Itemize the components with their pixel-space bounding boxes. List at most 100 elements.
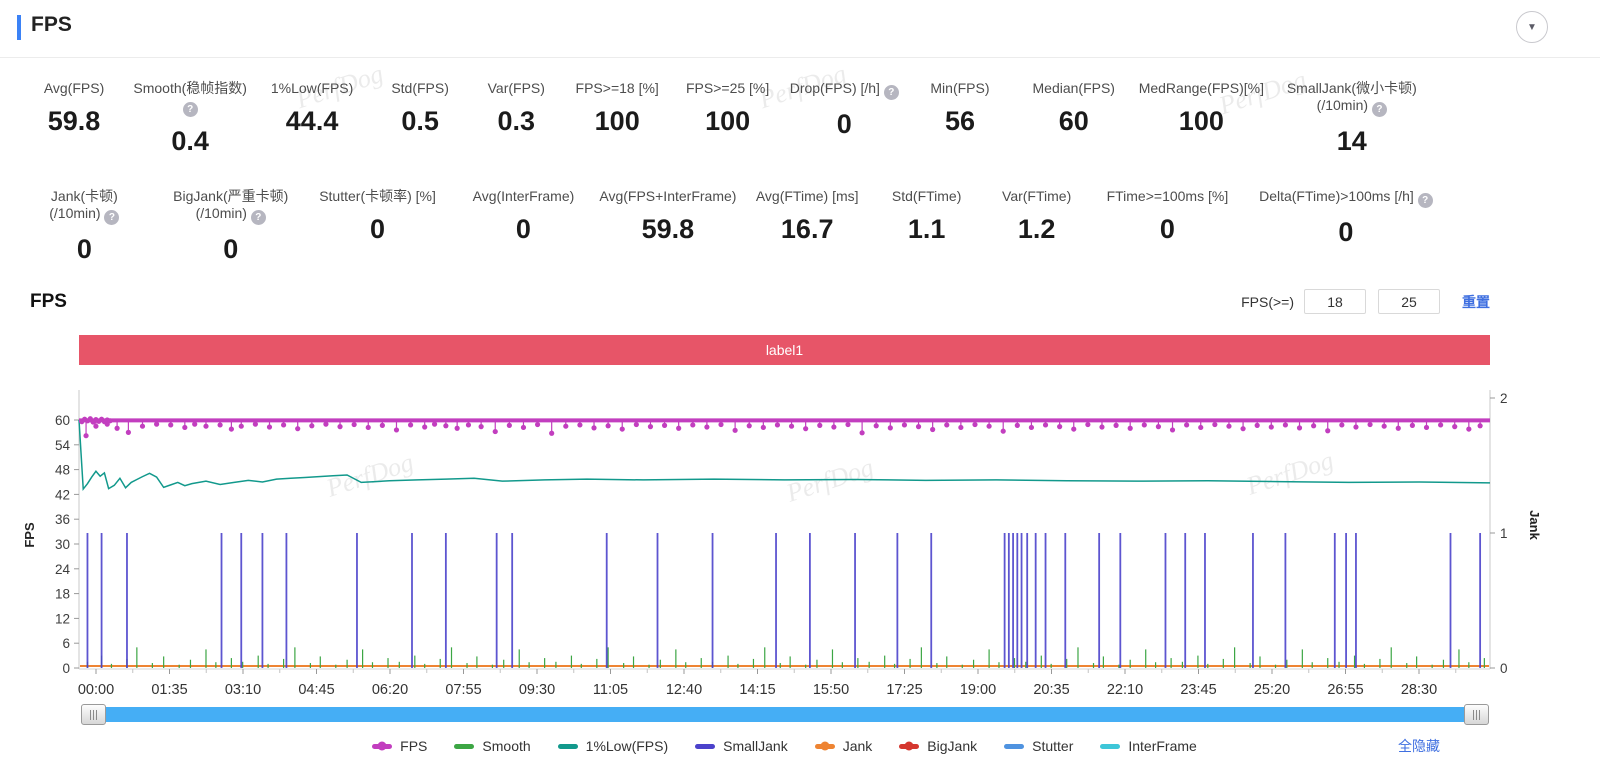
collapse-button[interactable]: ▼ — [1516, 11, 1548, 43]
stat-delta-ftime->100ms-h-: Delta(FTime)>100ms [/h] ?0 — [1242, 188, 1450, 248]
stat-smalljank-: SmallJank(微小卡顿)(/10min) ?14 — [1272, 80, 1432, 157]
fps-series-dip-dot — [817, 423, 822, 428]
stat-value: 0 — [307, 214, 449, 245]
y-axis-tick-label: 48 — [55, 463, 70, 478]
stat-ftime>=100ms-%-: FTime>=100ms [%]0 — [1093, 188, 1242, 245]
legend-item-bigjank[interactable]: BigJank — [899, 738, 977, 754]
fps-series-dip-dot — [140, 424, 145, 429]
stat-value: 0 — [163, 234, 299, 265]
legend-item-jank[interactable]: Jank — [815, 738, 873, 754]
fps-series-dip-dot — [1325, 428, 1330, 433]
panel-header: FPS ▼ — [0, 0, 1600, 58]
x-axis-label: 28:30 — [1401, 682, 1437, 698]
reset-link[interactable]: 重置 — [1462, 292, 1490, 312]
fps-series-dip-dot — [394, 427, 399, 432]
help-icon[interactable]: ? — [251, 210, 266, 225]
stat-median-fps-: Median(FPS)60 — [1016, 80, 1131, 137]
fps-series-dip-dot — [1367, 422, 1372, 427]
y-axis-tick-label: 60 — [55, 413, 70, 428]
fps-series-dip-dot — [408, 422, 413, 427]
legend-label: BigJank — [927, 738, 977, 754]
legend-items: FPS Smooth 1%Low(FPS) SmallJank Jank BigJank S… — [79, 733, 1490, 759]
fps-series-dip-dot — [1438, 422, 1443, 427]
fps-series-dip-dot — [1466, 426, 1471, 431]
legend-item-smooth[interactable]: Smooth — [454, 738, 530, 754]
fps-series-dip-dot — [1029, 425, 1034, 430]
scrollbar-handle-left[interactable] — [81, 704, 106, 725]
fps-series-dip-dot — [972, 422, 977, 427]
title-accent-bar — [17, 15, 21, 40]
fps-series-dip-dot — [1043, 422, 1048, 427]
fps-series-dip-dot — [479, 424, 484, 429]
fps-series-dip-dot — [704, 424, 709, 429]
fps-series-dip-dot — [761, 425, 766, 430]
y-axis-tick-label: 12 — [55, 611, 70, 626]
chevron-down-icon: ▼ — [1527, 22, 1537, 33]
stat-drop-fps-h-: Drop(FPS) [/h] ?0 — [785, 80, 904, 140]
hide-all-link[interactable]: 全隐藏 — [1398, 736, 1440, 756]
y-axis-tick-label: 6 — [62, 636, 70, 651]
fps-threshold-max-input[interactable] — [1378, 289, 1440, 314]
stat-std-fps-: Std(FPS)0.5 — [372, 80, 469, 137]
fps-series-dip-dot — [1255, 423, 1260, 428]
fps-series-dip-dot — [1452, 424, 1457, 429]
fps-chart[interactable]: PerfDogPerfDogPerfDog6054484236302418126… — [0, 375, 1600, 705]
stat-value: 0 — [1246, 217, 1446, 248]
x-axis-label: 22:10 — [1107, 682, 1143, 698]
fps-series-dip-dot — [563, 424, 568, 429]
stat-label: 1%Low(FPS) — [256, 80, 368, 97]
x-axis-label: 03:10 — [225, 682, 261, 698]
fps-series-dip-dot — [455, 426, 460, 431]
fps-series-dip-dot — [803, 426, 808, 431]
legend-label: FPS — [400, 738, 427, 754]
fps-series-dip-dot — [1240, 426, 1245, 431]
fps-series-dip-dot — [229, 426, 234, 431]
help-icon[interactable]: ? — [884, 85, 899, 100]
scrollbar-track[interactable] — [81, 707, 1488, 722]
stat-label: Var(FPS) — [472, 80, 560, 97]
x-axis-label: 01:35 — [151, 682, 187, 698]
help-icon[interactable]: ? — [183, 102, 198, 117]
fps-series-dip-dot — [295, 426, 300, 431]
legend-item-1%low-fps-[interactable]: 1%Low(FPS) — [558, 738, 668, 754]
fps-series-dip-dot — [1113, 423, 1118, 428]
help-icon[interactable]: ? — [1418, 193, 1433, 208]
stat-label: FPS>=18 [%] — [568, 80, 666, 97]
fps-series-dip-dot — [443, 423, 448, 428]
x-axis-label: 06:20 — [372, 682, 408, 698]
fps-series-dip-dot — [888, 425, 893, 430]
help-icon[interactable]: ? — [1372, 102, 1387, 117]
legend-item-interframe[interactable]: InterFrame — [1100, 738, 1196, 754]
fps-threshold-min-input[interactable] — [1304, 289, 1366, 314]
stat-value: 0.3 — [472, 106, 560, 137]
fps-series-dip-dot — [845, 422, 850, 427]
x-axis-label: 00:00 — [78, 682, 114, 698]
y-axis-right-title: Jank — [1527, 510, 1542, 540]
fps-series-dip-dot — [1382, 424, 1387, 429]
fps-series-dip-dot — [591, 425, 596, 430]
fps-series-dip-dot — [535, 422, 540, 427]
fps-series-dip-dot — [775, 422, 780, 427]
x-axis-label: 20:35 — [1033, 682, 1069, 698]
fps-series-dot — [107, 418, 112, 423]
help-icon[interactable]: ? — [104, 210, 119, 225]
legend-item-fps[interactable]: FPS — [372, 738, 427, 754]
legend-marker — [558, 744, 578, 749]
fps-series-dip-dot — [1311, 423, 1316, 428]
fps-series-dip-dot — [733, 428, 738, 433]
stat-value: 0.4 — [132, 126, 248, 157]
fps-series-dip-dot — [930, 427, 935, 432]
y-axis-tick-label: 42 — [55, 487, 70, 502]
stat-value: 59.8 — [599, 214, 738, 245]
stat-label: Min(FPS) — [908, 80, 1013, 97]
page-title: FPS — [31, 13, 72, 37]
stat-medrange-fps-%-: MedRange(FPS)[%]100 — [1131, 80, 1271, 137]
fps-series-dip-dot — [83, 433, 88, 438]
chart-section-title: FPS — [30, 291, 67, 313]
legend-item-stutter[interactable]: Stutter — [1004, 738, 1073, 754]
scrollbar-handle-right[interactable] — [1464, 704, 1489, 725]
fps-series-dip-dot — [466, 422, 471, 427]
stat-label: FTime>=100ms [%] — [1097, 188, 1238, 205]
chart-canvas[interactable]: PerfDogPerfDogPerfDog6054484236302418126… — [0, 375, 1600, 705]
legend-item-smalljank[interactable]: SmallJank — [695, 738, 788, 754]
